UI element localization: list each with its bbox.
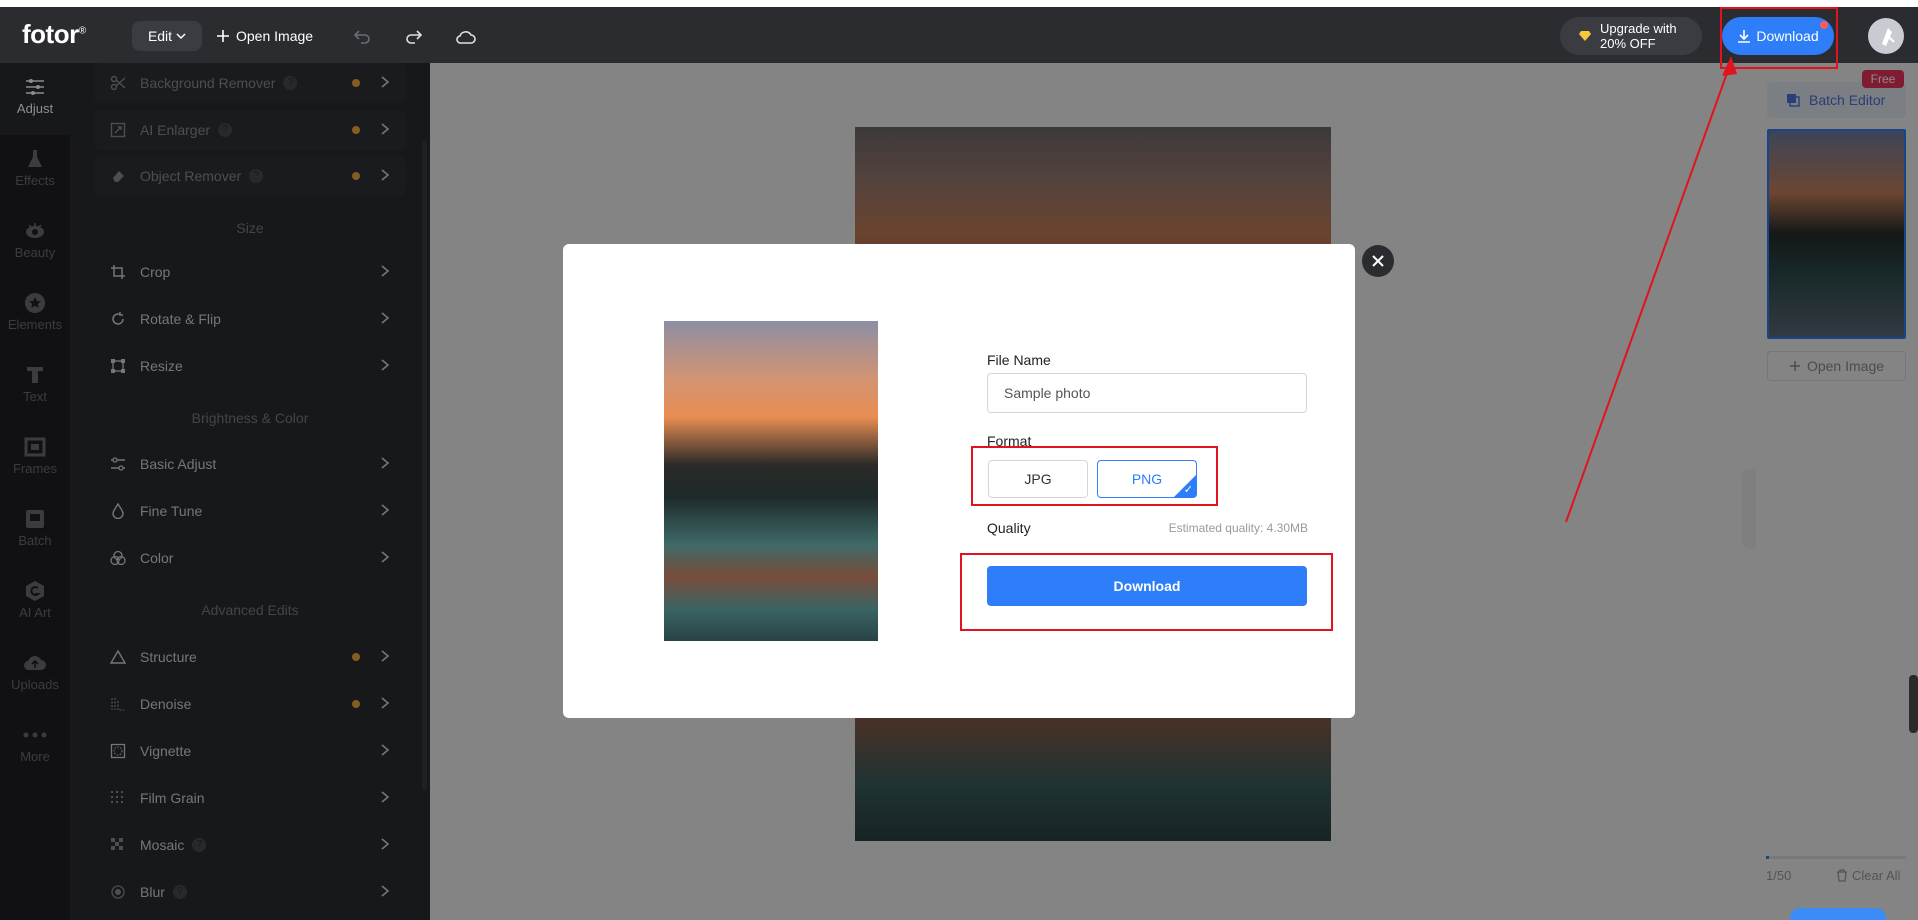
redo-icon[interactable]	[402, 25, 426, 49]
edit-menu-button[interactable]: Edit	[132, 21, 202, 51]
fotor-logo[interactable]: fotor®	[22, 19, 86, 50]
chevron-down-icon	[176, 33, 186, 40]
help-pill-button[interactable]	[1790, 908, 1886, 920]
open-image-button[interactable]: Open Image	[216, 21, 313, 51]
header: fotor® Edit Open Image Upgrade with 20% O…	[0, 7, 1918, 63]
plus-icon	[217, 30, 229, 42]
logo-text: fotor	[22, 19, 79, 49]
annotation-box-download	[960, 553, 1333, 631]
estimated-quality: Estimated quality: 4.30MB	[1168, 521, 1308, 535]
annotation-box-format	[971, 446, 1218, 506]
open-image-label: Open Image	[236, 28, 314, 44]
file-name-input[interactable]: Sample photo	[987, 373, 1307, 413]
upgrade-line1: Upgrade with	[1600, 21, 1677, 36]
side-meter	[1909, 675, 1918, 733]
file-name-label: File Name	[987, 352, 1051, 368]
cloud-save-icon[interactable]	[454, 25, 478, 49]
annotation-box-header-download	[1720, 7, 1838, 69]
upgrade-line2: 20% OFF	[1600, 36, 1656, 51]
upgrade-button[interactable]: Upgrade with 20% OFF	[1560, 17, 1702, 55]
logo-mark: ®	[78, 25, 86, 37]
download-preview-image	[664, 321, 878, 641]
close-icon[interactable]	[1362, 245, 1394, 277]
edit-label: Edit	[147, 28, 173, 44]
file-name-value: Sample photo	[1004, 385, 1091, 401]
top-strip	[0, 0, 1918, 7]
avatar[interactable]	[1868, 18, 1904, 54]
quality-label: Quality	[987, 520, 1031, 536]
undo-icon[interactable]	[350, 25, 374, 49]
diamond-icon	[1579, 31, 1591, 41]
